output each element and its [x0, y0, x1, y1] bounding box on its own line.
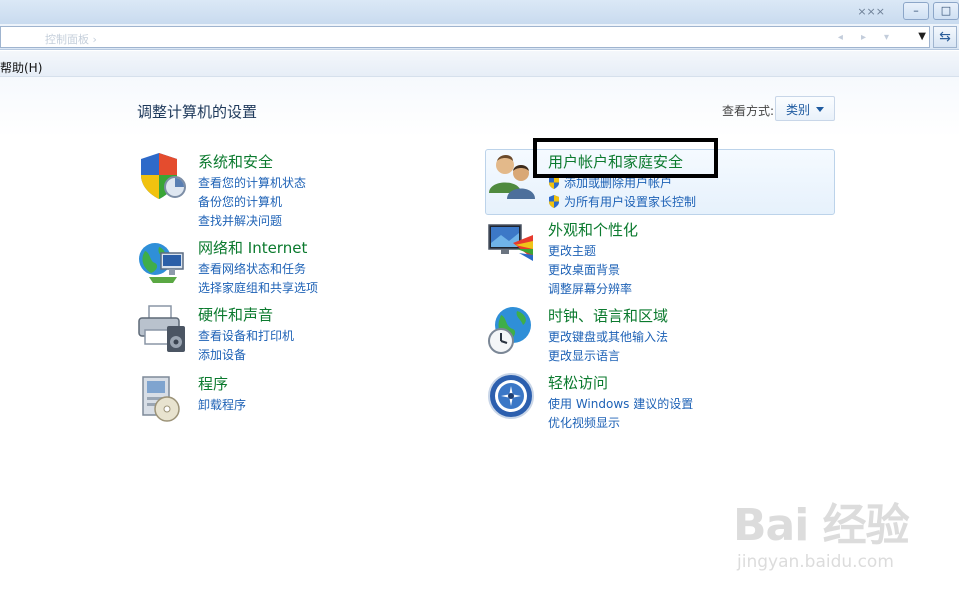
titlebar-faint-text: ×××: [857, 4, 885, 18]
view-by-label: 查看方式:: [722, 104, 775, 118]
category-title[interactable]: 轻松访问: [548, 372, 608, 393]
category-link[interactable]: 查看设备和打印机: [198, 327, 294, 346]
window-titlebar: ××× – □: [0, 0, 959, 24]
programs-icon: [142, 376, 180, 422]
category-title[interactable]: 程序: [198, 373, 228, 394]
category-link[interactable]: 更改显示语言: [548, 347, 668, 366]
network-icon: [139, 243, 184, 283]
shield-icon: [141, 153, 186, 199]
category-link-label: 为所有用户设置家长控制: [564, 195, 697, 209]
category-title[interactable]: 网络和 Internet: [198, 237, 307, 258]
category-title[interactable]: 时钟、语言和区域: [548, 305, 668, 326]
view-by-select[interactable]: 类别: [775, 96, 835, 121]
category-appearance: 外观和个性化 更改主题 更改桌面背景 调整屏幕分辨率: [487, 219, 787, 296]
address-path: 控制面板 ›: [45, 33, 97, 46]
category-link[interactable]: 优化视频显示: [548, 414, 693, 433]
display-icon: [488, 224, 533, 261]
category-network-internet: 网络和 Internet 查看网络状态和任务 选择家庭组和共享选项: [137, 237, 397, 297]
forward-faint-icon: ▸: [860, 32, 866, 43]
maximize-button[interactable]: □: [933, 2, 959, 20]
category-hardware-sound: 硬件和声音 查看设备和打印机 添加设备: [137, 304, 397, 364]
category-title[interactable]: 外观和个性化: [548, 219, 638, 240]
category-ease-of-access: 轻松访问 使用 Windows 建议的设置 优化视频显示: [487, 372, 787, 432]
category-link[interactable]: 添加设备: [198, 346, 294, 365]
menu-bar: 帮助(H): [0, 51, 959, 77]
window-controls: ××× – □: [857, 2, 959, 20]
address-dropdown-icon[interactable]: ▼: [918, 31, 926, 42]
category-programs: 程序 卸载程序: [137, 373, 397, 423]
category-link[interactable]: 查找并解决问题: [198, 212, 306, 231]
control-panel-content: 调整计算机的设置 查看方式: 类别 系统和安全 查看您的计算机状态 备份您的计算…: [0, 77, 959, 598]
category-link[interactable]: 使用 Windows 建议的设置: [548, 395, 693, 414]
category-link[interactable]: 卸载程序: [198, 396, 246, 415]
annotation-box: [533, 138, 718, 178]
address-faint-controls: ◂ ▸ ▾: [838, 32, 889, 43]
back-faint-icon: ◂: [837, 32, 843, 43]
baidu-watermark: Bai 经验 jingyan.baidu.com: [733, 489, 913, 589]
uac-shield-icon: [549, 195, 559, 208]
history-faint-icon: ▾: [883, 32, 889, 43]
ease-of-access-icon: [488, 373, 534, 419]
category-system-security: 系统和安全 查看您的计算机状态 备份您的计算机 查找并解决问题: [137, 151, 397, 231]
category-link[interactable]: 查看网络状态和任务: [198, 260, 318, 279]
category-link[interactable]: 备份您的计算机: [198, 193, 306, 212]
globe-clock-icon: [488, 307, 531, 354]
category-link[interactable]: 查看您的计算机状态: [198, 174, 306, 193]
category-link[interactable]: 选择家庭组和共享选项: [198, 279, 318, 298]
watermark-url: jingyan.baidu.com: [737, 552, 894, 572]
watermark-brand: Bai 经验: [733, 500, 910, 551]
page-title: 调整计算机的设置: [137, 103, 258, 121]
category-link[interactable]: 更改键盘或其他输入法: [548, 328, 668, 347]
view-by-value: 类别: [786, 103, 811, 117]
category-clock-language-region: 时钟、语言和区域 更改键盘或其他输入法 更改显示语言: [487, 305, 787, 365]
category-title[interactable]: 系统和安全: [198, 151, 273, 172]
address-input[interactable]: 控制面板 › ◂ ▸ ▾ ▼: [0, 26, 930, 48]
refresh-icon[interactable]: ⇆: [933, 26, 957, 48]
users-icon: [489, 155, 535, 199]
category-link-label: 添加或删除用户帐户: [564, 176, 673, 190]
minimize-button[interactable]: –: [903, 2, 929, 20]
menu-help[interactable]: 帮助(H): [0, 59, 42, 76]
category-link[interactable]: 更改主题: [548, 242, 632, 261]
chevron-down-icon: [816, 107, 824, 112]
category-title[interactable]: 硬件和声音: [198, 304, 273, 325]
category-link[interactable]: 为所有用户设置家长控制: [548, 193, 696, 212]
category-link[interactable]: 调整屏幕分辨率: [548, 280, 632, 299]
printer-icon: [138, 305, 185, 352]
category-link[interactable]: 更改桌面背景: [548, 261, 632, 280]
address-bar: 控制面板 › ◂ ▸ ▾ ▼ ⇆: [0, 24, 959, 50]
